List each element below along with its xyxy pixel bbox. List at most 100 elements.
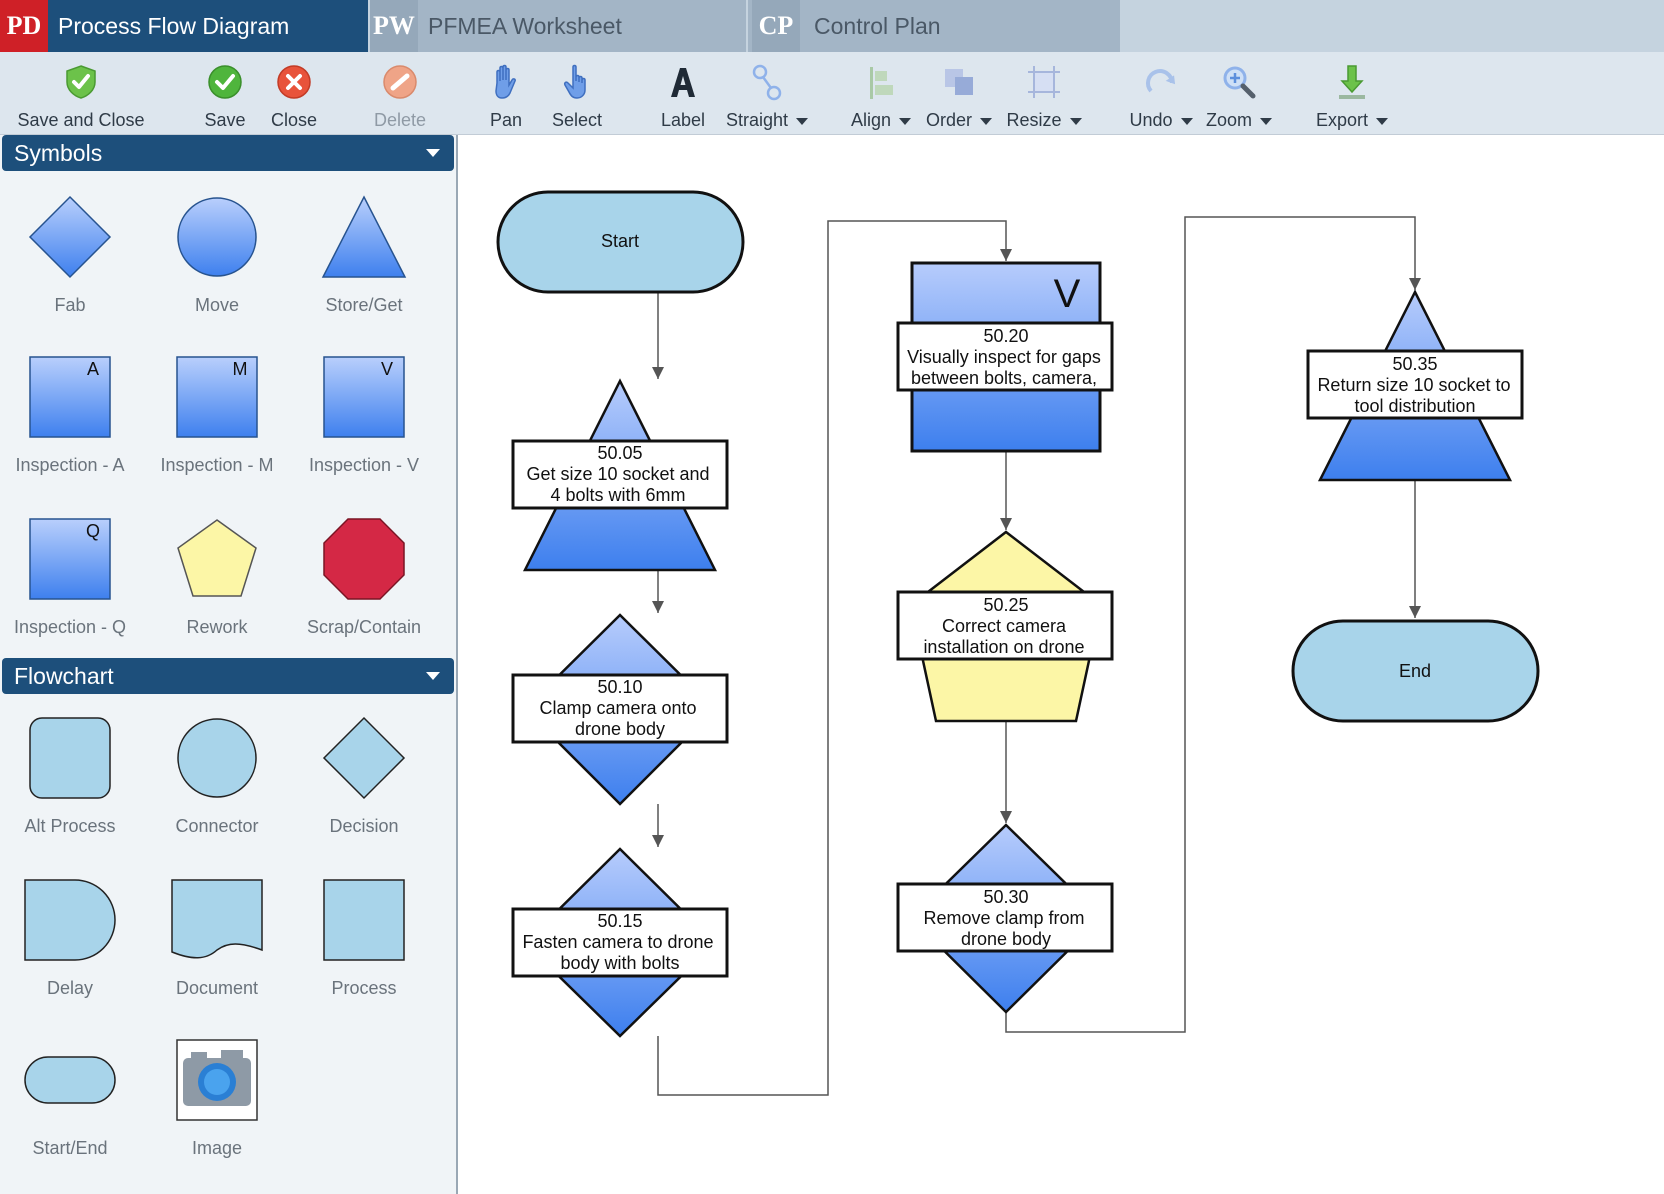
symbol-label: Image — [191, 1138, 243, 1158]
symbol-move[interactable]: Move — [147, 187, 287, 327]
flowchart-delay[interactable]: Delay — [0, 870, 140, 1010]
step-text-line-1: Correct camera — [942, 616, 1067, 636]
symbol-inspection-a[interactable]: A Inspection - A — [0, 347, 140, 487]
pan-button[interactable]: Pan — [486, 60, 526, 131]
tool-label-text: Order — [925, 110, 972, 130]
tab-label: PFMEA Worksheet — [428, 12, 622, 39]
close-button[interactable]: Close — [266, 60, 322, 131]
tab-pfmea-worksheet[interactable]: PW PFMEA Worksheet — [370, 0, 746, 52]
inspection-letter: V — [1054, 272, 1081, 316]
align-icon — [866, 60, 896, 104]
symbol-inspection-q[interactable]: Q Inspection - Q — [0, 509, 140, 649]
tool-label: Undo — [1129, 110, 1193, 131]
chevron-down-icon — [899, 117, 912, 125]
tab-badge: CP — [752, 0, 800, 52]
chevron-down-icon[interactable] — [426, 149, 440, 157]
pentagon-shape-icon — [147, 509, 287, 609]
step-50-05-store-get[interactable]: 50.05 Get size 10 socket and 4 bolts wit… — [511, 378, 729, 572]
terminator-shape-icon — [0, 1030, 140, 1130]
zoom-icon — [1220, 60, 1258, 104]
symbol-fab[interactable]: Fab — [0, 187, 140, 327]
symbol-label: Inspection - V — [308, 455, 420, 475]
flowchart-start-end[interactable]: Start/End — [0, 1030, 140, 1170]
symbol-store-get[interactable]: Store/Get — [294, 187, 434, 327]
step-text-line-1: Fasten camera to drone — [522, 932, 713, 952]
flowchart-panel-header[interactable]: Flowchart — [2, 658, 454, 694]
symbol-inspection-v[interactable]: V Inspection - V — [294, 347, 434, 487]
step-text-line-2: drone body — [575, 719, 665, 739]
symbol-label: Scrap/Contain — [306, 617, 422, 637]
diamond-shape-icon — [0, 187, 140, 287]
flowchart-alt-process[interactable]: Alt Process — [0, 708, 140, 848]
delete-button[interactable]: Delete — [368, 60, 432, 131]
step-50-15-fab[interactable]: 50.15 Fasten camera to drone body with b… — [511, 847, 729, 1038]
step-number: 50.20 — [983, 326, 1028, 346]
order-icon — [941, 60, 977, 104]
undo-icon — [1142, 60, 1180, 104]
step-50-30-fab[interactable]: 50.30 Remove clamp from drone body — [896, 823, 1114, 1014]
check-circle-icon — [207, 60, 243, 104]
undo-dropdown[interactable]: Undo — [1128, 60, 1194, 131]
symbol-label: Connector — [175, 816, 259, 836]
symbol-label: Process — [331, 978, 397, 998]
step-number: 50.35 — [1392, 354, 1437, 374]
diamond-shape-icon — [294, 708, 434, 808]
chevron-down-icon — [1376, 117, 1389, 125]
zoom-dropdown[interactable]: Zoom — [1204, 60, 1274, 131]
label-button[interactable]: Label — [658, 60, 708, 131]
step-text-line-1: Return size 10 socket to — [1317, 375, 1510, 395]
end-terminator[interactable]: End — [1291, 619, 1540, 723]
tab-process-flow-diagram[interactable]: PD Process Flow Diagram — [0, 0, 368, 52]
tool-label: Save — [204, 110, 246, 130]
tool-label: Order — [926, 110, 992, 131]
tool-label: Align — [851, 110, 912, 131]
tab-label: Control Plan — [814, 12, 941, 39]
diagram-canvas[interactable]: Start 50.05 Get size 10 socket and 4 bol… — [458, 135, 1664, 1194]
align-dropdown[interactable]: Align — [848, 60, 914, 131]
symbol-scrap-contain[interactable]: Scrap/Contain — [294, 509, 434, 649]
tool-label-text: Straight — [725, 110, 789, 130]
step-50-25-rework[interactable]: 50.25 Correct camera installation on dro… — [896, 530, 1114, 723]
hand-icon — [489, 60, 523, 104]
save-button[interactable]: Save — [200, 60, 250, 131]
step-50-35-store-get[interactable]: 50.35 Return size 10 socket to tool dist… — [1306, 289, 1524, 482]
step-50-20-inspection-v[interactable]: V 50.20 Visually inspect for gaps betwee… — [896, 261, 1114, 453]
step-50-10-fab[interactable]: 50.10 Clamp camera onto drone body — [511, 613, 729, 806]
toolbar: Save and Close Save Close Delete Pan Sel… — [0, 52, 1664, 135]
inspection-square-icon: A — [0, 347, 140, 447]
symbol-inspection-m[interactable]: M Inspection - M — [147, 347, 287, 487]
chevron-down-icon[interactable] — [426, 672, 440, 680]
step-text-line-2: tool distribution — [1354, 396, 1475, 416]
flowchart-image[interactable]: Image — [147, 1030, 287, 1170]
tool-label: Label — [660, 110, 706, 130]
symbol-label: Delay — [46, 978, 94, 998]
inspection-square-icon: Q — [0, 509, 140, 609]
resize-dropdown[interactable]: Resize — [1004, 60, 1084, 131]
step-text-line-2: between bolts, camera, — [911, 368, 1097, 388]
save-and-close-button[interactable]: Save and Close — [16, 60, 146, 131]
export-dropdown[interactable]: Export — [1314, 60, 1390, 131]
flowchart-decision[interactable]: Decision — [294, 708, 434, 848]
chevron-down-icon — [1069, 117, 1082, 125]
flowchart-connector[interactable]: Connector — [147, 708, 287, 848]
chevron-down-icon — [1180, 117, 1193, 125]
panel-title: Flowchart — [14, 662, 114, 689]
flowchart-document[interactable]: Document — [147, 870, 287, 1010]
step-text-line-1: Clamp camera onto — [539, 698, 696, 718]
rounded-rectangle-icon — [0, 708, 140, 808]
chevron-down-icon — [1260, 117, 1272, 125]
symbol-label: Inspection - M — [160, 455, 274, 475]
start-terminator[interactable]: Start — [496, 190, 745, 294]
flowchart-process[interactable]: Process — [294, 870, 434, 1010]
letter-a-icon — [668, 60, 698, 104]
select-button[interactable]: Select — [548, 60, 606, 131]
symbol-rework[interactable]: Rework — [147, 509, 287, 649]
step-number: 50.25 — [983, 595, 1028, 615]
straight-connector-dropdown[interactable]: Straight — [724, 60, 810, 131]
symbol-label: Decision — [329, 816, 399, 836]
tab-control-plan[interactable]: CP Control Plan — [748, 0, 1120, 52]
order-dropdown[interactable]: Order — [924, 60, 994, 131]
sidebar: Symbols Fab Move Store/Get A Inspection … — [0, 135, 458, 1194]
symbols-panel-header[interactable]: Symbols — [2, 135, 454, 171]
step-text-line-1: Remove clamp from — [923, 908, 1084, 928]
